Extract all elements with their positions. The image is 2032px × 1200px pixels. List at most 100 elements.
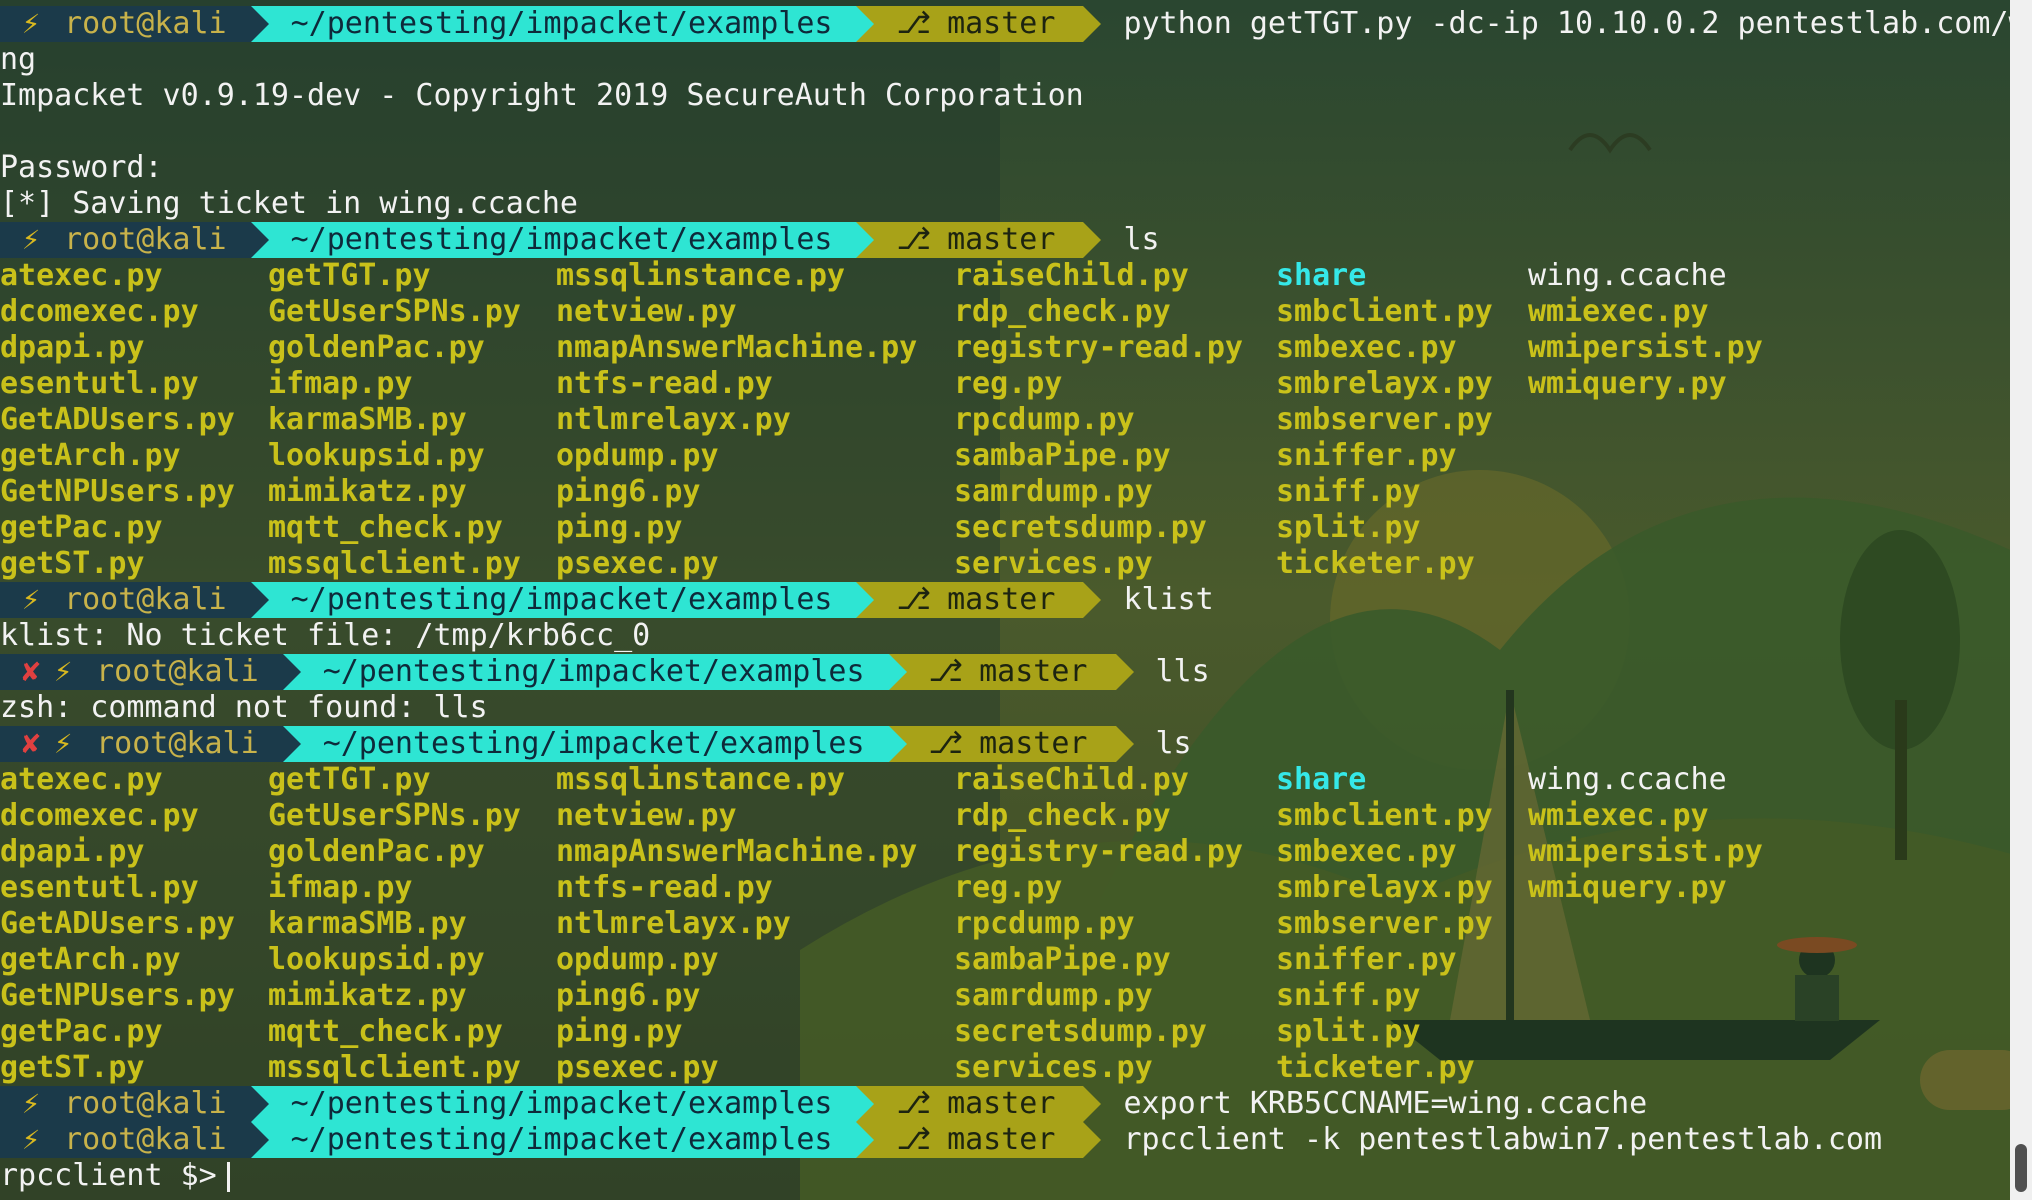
- file-entry: smbserver.py: [1276, 906, 1493, 941]
- file-entry: ifmap.py: [268, 870, 413, 905]
- file-entry: GetNPUsers.py: [0, 978, 235, 1013]
- file-entry: ticketer.py: [1276, 546, 1475, 581]
- bolt-icon: ⚡: [54, 654, 73, 689]
- file-entry: sambaPipe.py: [954, 942, 1171, 977]
- file-entry: rdp_check.py: [954, 798, 1171, 833]
- prompt-git-segment: ⎇ master: [906, 726, 1116, 762]
- command-text: export KRB5CCNAME=wing.ccache: [1123, 1086, 1648, 1121]
- file-entry: ntfs-read.py: [556, 366, 773, 401]
- file-entry: ping.py: [556, 510, 683, 545]
- file-entry: esentutl.py: [0, 366, 199, 401]
- prompt-path-segment: ~/pentesting/impacket/examples: [268, 582, 857, 618]
- powerline-separator-icon: [1083, 1122, 1102, 1158]
- terminal-output: ⚡ root@kali ~/pentesting/impacket/example…: [0, 6, 2032, 1194]
- powerline-separator-icon: [1115, 726, 1134, 762]
- bolt-icon: ⚡: [54, 726, 73, 761]
- file-entry: smbexec.py: [1276, 834, 1457, 869]
- file-entry: dpapi.py: [0, 330, 145, 365]
- prompt-git-segment: ⎇ master: [874, 1086, 1084, 1122]
- powerline-separator-icon: [856, 6, 875, 42]
- file-entry: mimikatz.py: [268, 474, 467, 509]
- file-entry: getST.py: [0, 546, 145, 581]
- file-entry: wmiquery.py: [1528, 870, 1727, 905]
- file-entry: GetNPUsers.py: [0, 474, 235, 509]
- powerline-separator-icon: [1083, 582, 1102, 618]
- file-entry: smbrelayx.py: [1276, 870, 1493, 905]
- prompt-git-segment: ⎇ master: [874, 582, 1084, 618]
- git-branch-icon: ⎇: [896, 1086, 932, 1121]
- output-line: [*] Saving ticket in wing.ccache: [0, 186, 578, 221]
- powerline-separator-icon: [282, 726, 301, 762]
- file-listing: atexec.py getTGT.py mssqlinstance.py raiseC…: [0, 762, 2010, 1086]
- command-text: lls: [1155, 654, 1210, 689]
- file-entry: [1528, 1050, 1768, 1086]
- file-entry: services.py: [954, 546, 1153, 581]
- file-entry: GetADUsers.py: [0, 402, 235, 437]
- file-entry: ifmap.py: [268, 366, 413, 401]
- shell-prompt: ✘ ⚡ root@kali ~/pentesting/impacket/exampl…: [0, 654, 2010, 690]
- bolt-icon: ⚡: [22, 222, 41, 257]
- file-entry: secretsdump.py: [954, 510, 1207, 545]
- command-text: rpcclient -k pentestlabwin7.pentestlab.c…: [1123, 1122, 1883, 1157]
- vertical-scrollbar[interactable]: [2010, 0, 2032, 1200]
- file-entry: [1528, 906, 1768, 942]
- prompt-path-segment: ~/pentesting/impacket/examples: [268, 6, 857, 42]
- powerline-separator-icon: [1083, 222, 1102, 258]
- shell-prompt: ⚡ root@kali ~/pentesting/impacket/example…: [0, 582, 2010, 618]
- command-text: klist: [1123, 582, 1214, 617]
- file-entry: [1528, 942, 1768, 978]
- git-branch-icon: ⎇: [896, 6, 932, 41]
- file-entry: esentutl.py: [0, 870, 199, 905]
- file-entry: mqtt_check.py: [268, 1014, 503, 1049]
- file-entry: sambaPipe.py: [954, 438, 1171, 473]
- file-entry: ntlmrelayx.py: [556, 402, 791, 437]
- bolt-icon: ⚡: [22, 1086, 41, 1121]
- powerline-separator-icon: [282, 654, 301, 690]
- file-entry: getTGT.py: [268, 258, 431, 293]
- file-entry: getTGT.py: [268, 762, 431, 797]
- file-entry: reg.py: [954, 870, 1063, 905]
- shell-prompt: ⚡ root@kali ~/pentesting/impacket/example…: [0, 1086, 2010, 1122]
- file-entry: opdump.py: [556, 942, 719, 977]
- file-entry: registry-read.py: [954, 834, 1243, 869]
- file-entry: raiseChild.py: [954, 762, 1189, 797]
- file-entry: getST.py: [0, 1050, 145, 1085]
- file-entry: smbserver.py: [1276, 402, 1493, 437]
- powerline-separator-icon: [1115, 654, 1134, 690]
- powerline-separator-icon: [1083, 1086, 1102, 1122]
- prompt-context-segment: ✘ ⚡ root@kali: [0, 654, 283, 690]
- file-listing: atexec.py getTGT.py mssqlinstance.py raiseC…: [0, 258, 2010, 582]
- error-cross-icon: ✘: [22, 654, 41, 689]
- rpc-input-line[interactable]: rpcclient $>: [0, 1158, 2010, 1194]
- file-entry: karmaSMB.py: [268, 906, 467, 941]
- file-entry: samrdump.py: [954, 978, 1153, 1013]
- file-entry: wing.ccache: [1528, 258, 1727, 293]
- git-branch-icon: ⎇: [928, 654, 964, 689]
- powerline-separator-icon: [856, 1122, 875, 1158]
- git-branch-icon: ⎇: [896, 1122, 932, 1157]
- prompt-path-segment: ~/pentesting/impacket/examples: [268, 1122, 857, 1158]
- scrollbar-thumb[interactable]: [2015, 1144, 2027, 1192]
- powerline-separator-icon: [250, 222, 269, 258]
- prompt-path-segment: ~/pentesting/impacket/examples: [300, 726, 889, 762]
- error-cross-icon: ✘: [22, 726, 41, 761]
- file-entry: rpcdump.py: [954, 402, 1135, 437]
- prompt-git-segment: ⎇ master: [874, 6, 1084, 42]
- file-entry: samrdump.py: [954, 474, 1153, 509]
- file-entry: wmipersist.py: [1528, 330, 1763, 365]
- file-entry: sniffer.py: [1276, 942, 1457, 977]
- file-entry: atexec.py: [0, 762, 163, 797]
- prompt-context-segment: ✘ ⚡ root@kali: [0, 726, 283, 762]
- file-entry: wmiexec.py: [1528, 294, 1709, 329]
- prompt-context-segment: ⚡ root@kali: [0, 582, 251, 618]
- file-entry: mssqlinstance.py: [556, 258, 845, 293]
- powerline-separator-icon: [888, 654, 907, 690]
- file-entry: wmiexec.py: [1528, 798, 1709, 833]
- file-entry: wmipersist.py: [1528, 834, 1763, 869]
- prompt-context-segment: ⚡ root@kali: [0, 222, 251, 258]
- file-entry: karmaSMB.py: [268, 402, 467, 437]
- powerline-separator-icon: [250, 1122, 269, 1158]
- file-entry: ping.py: [556, 1014, 683, 1049]
- output-line: Impacket v0.9.19-dev - Copyright 2019 Se…: [0, 78, 1084, 113]
